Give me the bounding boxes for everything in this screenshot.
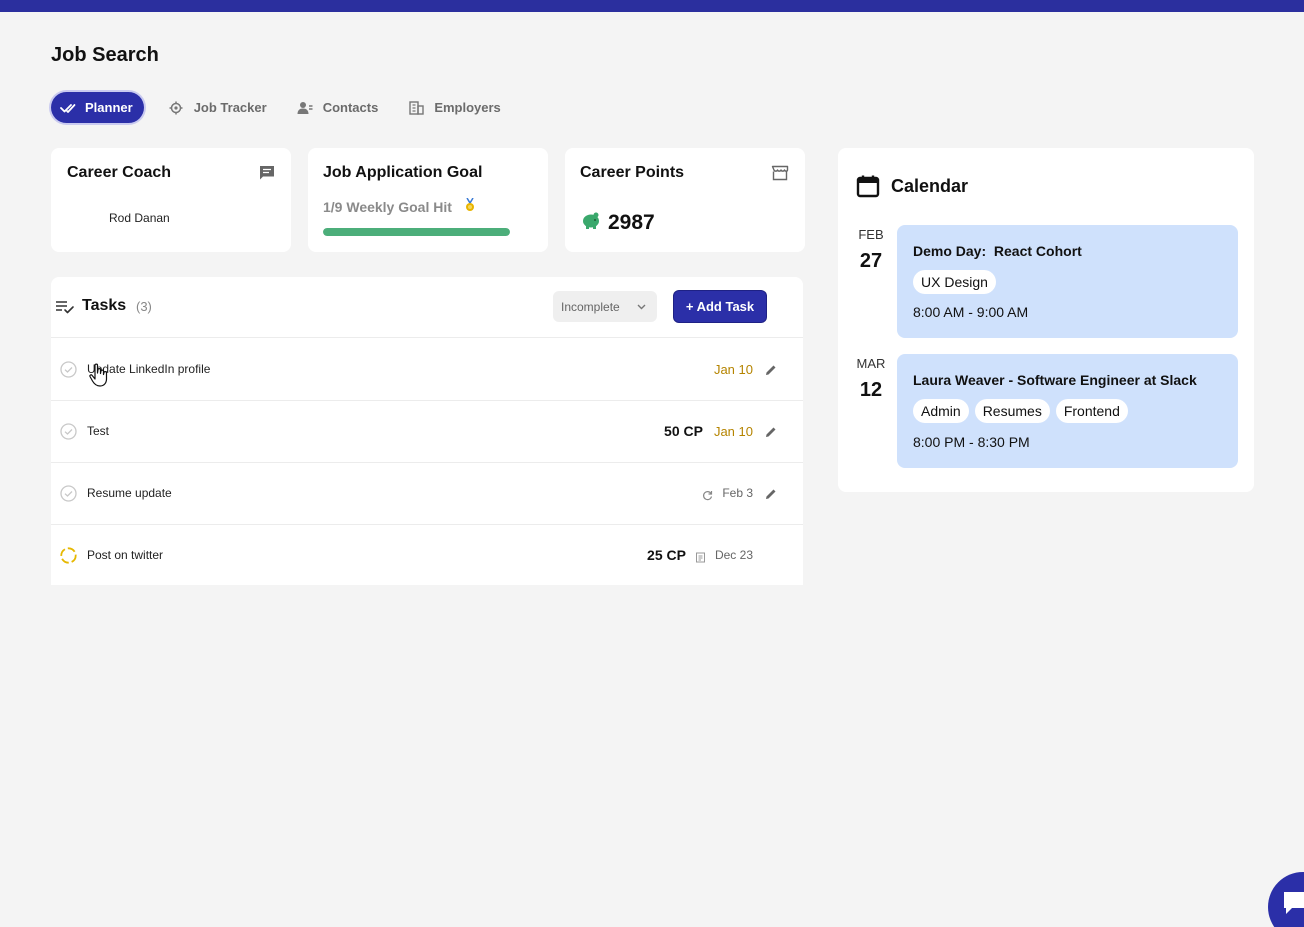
event-title: Demo Day: React Cohort [913, 243, 1082, 259]
task-due-date[interactable]: Jan 10 [711, 415, 765, 441]
tasks-panel: Tasks (3) Incomplete + Add Task Update L… [51, 277, 803, 585]
pencil-icon[interactable] [765, 425, 777, 437]
tasks-count: (3) [136, 299, 152, 314]
tab-contacts[interactable]: Contacts [297, 92, 379, 123]
tab-bar: Planner Job Tracker Contacts Employers [51, 92, 531, 123]
task-meta: 50 CP Jan 10 [664, 415, 777, 443]
tab-employers[interactable]: Employers [408, 92, 501, 123]
calendar-panel: Calendar FEB 27 Demo Day: React Cohort U… [838, 148, 1254, 492]
event-title: Laura Weaver - Software Engineer at Slac… [913, 372, 1197, 388]
chat-icon [1282, 890, 1304, 916]
task-meta: Feb 3 [702, 481, 777, 505]
task-meta: Jan 10 [711, 353, 777, 381]
task-checkbox[interactable] [60, 423, 77, 440]
tab-label: Planner [85, 100, 133, 115]
event-month: MAR [856, 356, 886, 371]
calendar-event[interactable]: Demo Day: React Cohort UX Design 8:00 AM… [897, 225, 1238, 338]
chat-launcher-button[interactable] [1268, 872, 1304, 927]
event-tag: Resumes [974, 399, 1050, 423]
double-check-icon [60, 100, 76, 116]
tab-job-tracker[interactable]: Job Tracker [168, 92, 267, 123]
goal-status-text: 1/9 Weekly Goal Hit [323, 199, 452, 215]
store-icon[interactable] [771, 165, 789, 181]
task-checkbox[interactable] [60, 485, 77, 502]
chevron-down-icon [636, 301, 647, 312]
career-points-title: Career Points [580, 164, 685, 181]
task-row[interactable]: Test 50 CP Jan 10 [51, 401, 803, 463]
checklist-icon [55, 299, 75, 315]
message-icon[interactable] [259, 165, 275, 181]
calendar-title: Calendar [891, 176, 969, 196]
task-row[interactable]: Post on twitter 25 CP Dec 23 [51, 525, 803, 585]
event-tag: Admin [913, 399, 969, 423]
tab-label: Employers [434, 100, 501, 115]
event-day: 27 [859, 250, 883, 272]
top-bar [0, 0, 1304, 12]
event-tags: UX Design [913, 270, 1002, 294]
repeat-icon [702, 488, 713, 500]
goal-title: Job Application Goal [323, 164, 483, 181]
piggy-bank-icon [581, 211, 601, 229]
event-month: FEB [858, 227, 884, 242]
goal-progress-fill [323, 228, 510, 236]
career-points-card: Career Points 2987 [565, 148, 805, 252]
calendar-event[interactable]: Laura Weaver - Software Engineer at Slac… [897, 354, 1238, 468]
in-progress-icon[interactable] [60, 547, 77, 564]
task-name[interactable]: Test [87, 424, 109, 438]
coach-name: Rod Danan [109, 211, 170, 225]
task-filter-dropdown[interactable]: Incomplete [553, 291, 657, 322]
task-career-points: 50 CP [664, 423, 703, 439]
tab-planner[interactable]: Planner [51, 92, 144, 123]
building-icon [408, 100, 424, 116]
career-coach-card: Career Coach Rod Danan [51, 148, 291, 382]
goal-progress-bar [323, 228, 510, 236]
task-row[interactable]: Resume update Feb 3 [51, 463, 803, 525]
pencil-icon[interactable] [765, 363, 777, 375]
career-points-value: 2987 [608, 211, 655, 234]
job-application-goal-card: Job Application Goal 1/9 Weekly Goal Hit [308, 148, 548, 252]
event-time: 8:00 AM - 9:00 AM [913, 304, 1029, 320]
task-checkbox[interactable] [60, 361, 77, 378]
tab-label: Job Tracker [193, 100, 267, 115]
task-name[interactable]: Post on twitter [87, 548, 163, 562]
career-coach-title: Career Coach [67, 164, 172, 181]
tasks-header: Tasks (3) Incomplete + Add Task [51, 277, 803, 338]
event-tag: Frontend [1055, 399, 1128, 423]
tasks-title: Tasks [82, 297, 127, 314]
task-due-date[interactable]: Jan 10 [711, 353, 765, 379]
page-title: Job Search [51, 44, 159, 66]
filter-value: Incomplete [561, 299, 620, 314]
note-icon [695, 550, 706, 562]
task-name[interactable]: Resume update [87, 486, 172, 500]
target-icon [168, 100, 184, 116]
task-name[interactable]: Update LinkedIn profile [87, 362, 210, 376]
task-due-date[interactable]: Feb 3 [720, 484, 755, 502]
pencil-icon[interactable] [765, 487, 777, 499]
task-meta: 25 CP Dec 23 [647, 543, 755, 567]
calendar-icon [856, 174, 880, 198]
task-career-points: 25 CP [647, 547, 686, 563]
tab-label: Contacts [322, 100, 379, 115]
event-tags: Admin Resumes Frontend [913, 399, 1134, 423]
event-time: 8:00 PM - 8:30 PM [913, 434, 1030, 450]
task-row[interactable]: Update LinkedIn profile Jan 10 [51, 339, 803, 401]
event-day: 12 [859, 379, 883, 401]
task-due-date[interactable]: Dec 23 [713, 546, 755, 564]
contacts-icon [297, 100, 313, 116]
medal-icon [465, 197, 475, 215]
add-task-button[interactable]: + Add Task [674, 291, 766, 322]
event-tag: UX Design [913, 270, 996, 294]
